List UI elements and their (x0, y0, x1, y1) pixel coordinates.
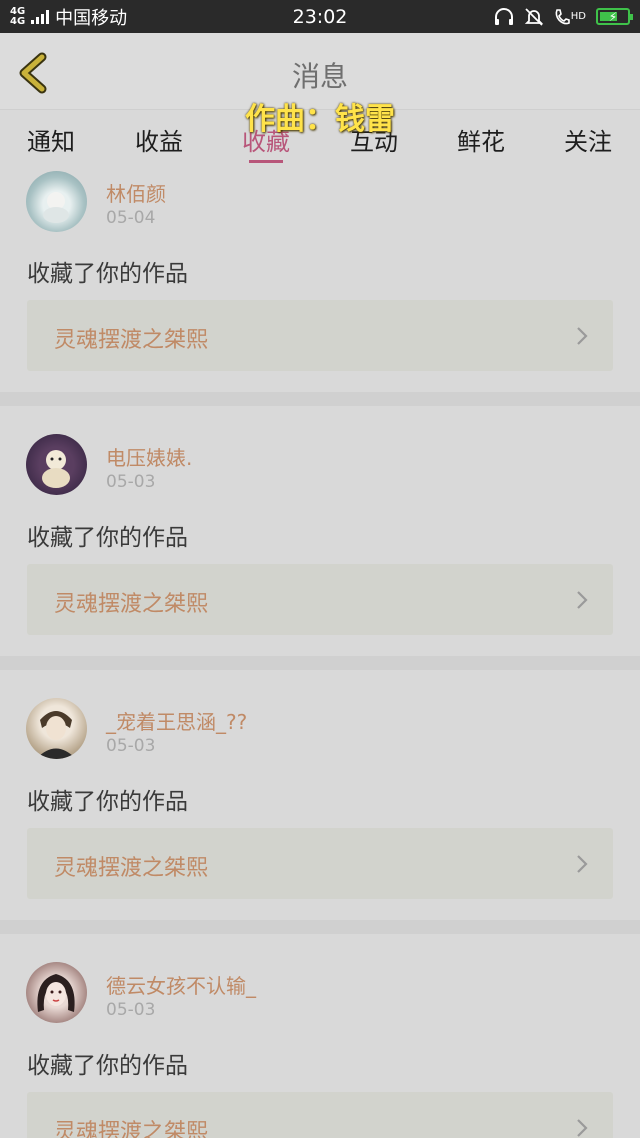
carrier-name: 中国移动 (55, 7, 128, 29)
network-indicator: 4G 4G (10, 5, 26, 27)
username[interactable]: 德云女孩不认输_ (106, 970, 256, 999)
date: 05-03 (106, 1000, 156, 1020)
action-text: 收藏了你的作品 (27, 789, 188, 815)
chevron-right-icon (577, 1119, 588, 1137)
username[interactable]: _宠着王思涵_?? (106, 706, 247, 735)
avatar-photo-icon (36, 711, 76, 759)
avatar[interactable] (26, 434, 87, 495)
work-link[interactable]: 灵魂摆渡之桀熙 (27, 828, 613, 899)
avatar-photo-icon (42, 450, 70, 488)
tab-interactions[interactable]: 互动 (350, 122, 398, 157)
list-item: _宠着王思涵_?? 05-03 收藏了你的作品 灵魂摆渡之桀熙 (0, 670, 640, 920)
avatar[interactable] (26, 698, 87, 759)
chevron-right-icon (577, 591, 588, 609)
list-item: 德云女孩不认输_ 05-03 收藏了你的作品 灵魂摆渡之桀熙 (0, 934, 640, 1138)
tab-follows[interactable]: 关注 (564, 122, 612, 157)
separator (0, 656, 640, 670)
tab-notifications[interactable]: 通知 (27, 122, 75, 157)
avatar-photo-icon (37, 974, 75, 1012)
avatar-photo-icon (43, 192, 69, 223)
list-item: 林佰颜 05-04 收藏了你的作品 灵魂摆渡之桀熙 (0, 166, 640, 392)
chevron-right-icon (577, 327, 588, 345)
action-text: 收藏了你的作品 (27, 261, 188, 287)
date: 05-03 (106, 736, 156, 756)
date: 05-03 (106, 472, 156, 492)
status-left: 4G 4G 中国移动 (10, 4, 127, 30)
active-tab-indicator (249, 160, 283, 163)
action-text: 收藏了你的作品 (27, 1053, 188, 1079)
tab-earnings[interactable]: 收益 (135, 122, 183, 157)
work-link[interactable]: 灵魂摆渡之桀熙 (27, 564, 613, 635)
separator (0, 920, 640, 934)
hd-call-icon: HD (554, 8, 586, 26)
username[interactable]: 电压婊婊. (106, 442, 192, 471)
avatar[interactable] (26, 171, 87, 232)
headphones-icon (494, 7, 513, 25)
action-text: 收藏了你的作品 (27, 525, 188, 551)
separator (0, 392, 640, 406)
username[interactable]: 林佰颜 (106, 178, 166, 207)
avatar[interactable] (26, 962, 87, 1023)
battery-icon: ⚡ (596, 8, 633, 25)
tab-flowers[interactable]: 鲜花 (457, 122, 505, 157)
network-type-bottom: 4G (10, 15, 26, 27)
page-title: 消息 (291, 60, 348, 93)
list-item: 电压婊婊. 05-03 收藏了你的作品 灵魂摆渡之桀熙 (0, 406, 640, 656)
work-title: 灵魂摆渡之桀熙 (54, 856, 209, 881)
status-bar: 4G 4G 中国移动 23:02 HD ⚡ (0, 0, 640, 33)
date: 05-04 (106, 208, 156, 228)
tab-bar: 通知 收益 收藏 互动 鲜花 关注 (0, 110, 640, 166)
work-link[interactable]: 灵魂摆渡之桀熙 (27, 1092, 613, 1138)
work-link[interactable]: 灵魂摆渡之桀熙 (27, 300, 613, 371)
network-type-top: 4G (10, 5, 26, 17)
hd-label: HD (570, 11, 586, 22)
work-title: 灵魂摆渡之桀熙 (54, 1120, 209, 1138)
work-title: 灵魂摆渡之桀熙 (54, 328, 209, 353)
chevron-right-icon (577, 855, 588, 873)
bell-muted-icon (524, 7, 543, 26)
header: 消息 (0, 33, 640, 110)
work-title: 灵魂摆渡之桀熙 (54, 592, 209, 617)
status-right: HD ⚡ (494, 7, 633, 27)
signal-icon (31, 9, 50, 24)
tab-favorites[interactable]: 收藏 (242, 122, 290, 157)
